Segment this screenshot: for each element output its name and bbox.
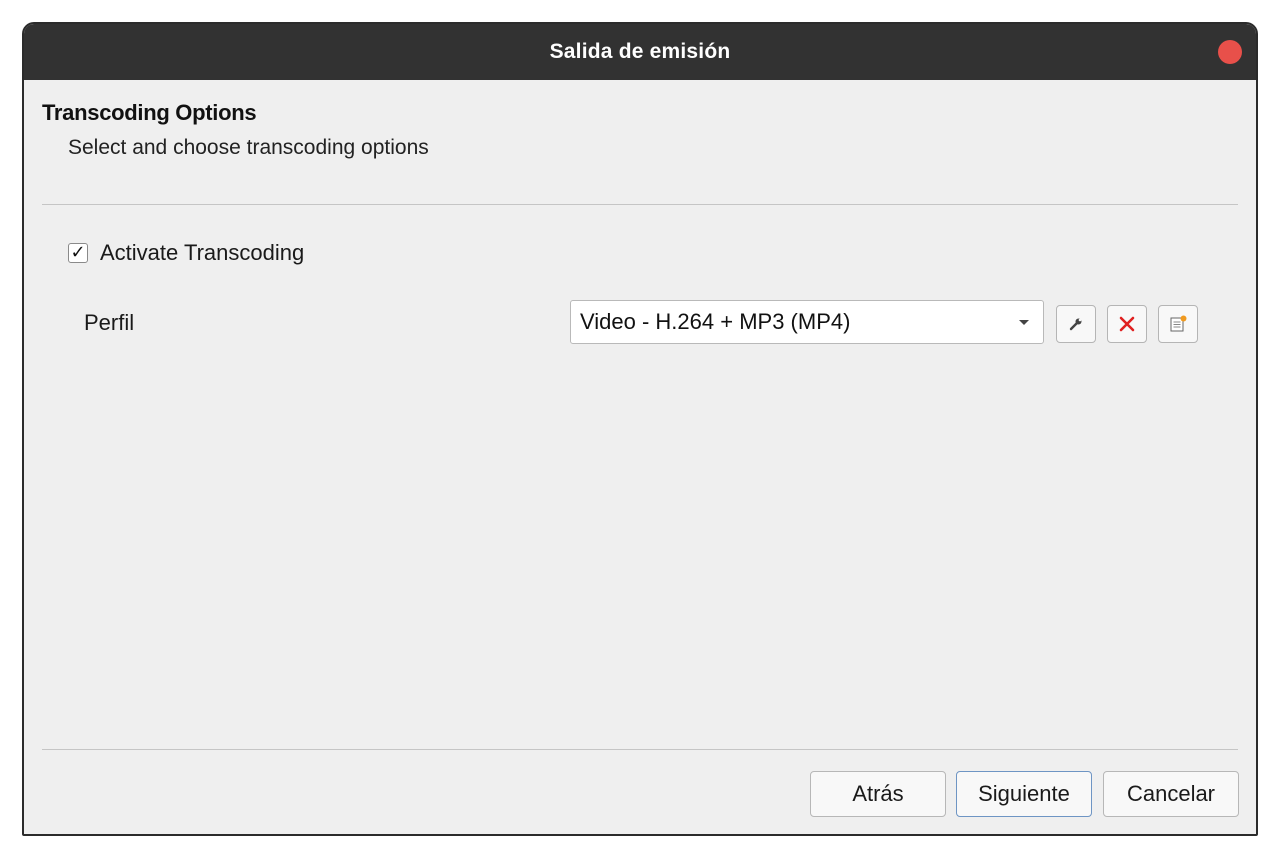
check-mark-icon: ✓ — [70, 242, 86, 263]
title-bar[interactable]: Salida de emisión — [24, 24, 1256, 80]
footer-divider — [42, 749, 1238, 750]
new-profile-button[interactable] — [1158, 305, 1198, 343]
activate-transcoding-checkbox[interactable]: ✓ — [68, 243, 88, 263]
header-divider — [42, 204, 1238, 205]
close-x-icon — [1119, 316, 1135, 332]
page-heading: Transcoding Options — [42, 100, 257, 125]
wrench-icon — [1069, 318, 1082, 331]
profile-select[interactable]: Video - H.264 + MP3 (MP4) — [570, 300, 1044, 344]
profile-label: Perfil — [84, 310, 135, 335]
dialog-window: Salida de emisión Transcoding Options Se… — [22, 22, 1258, 836]
new-profile-icon — [1170, 315, 1187, 332]
dropdown-arrow-icon — [1019, 319, 1029, 325]
activate-transcoding-label[interactable]: Activate Transcoding — [100, 240, 304, 266]
edit-profile-button[interactable] — [1056, 305, 1096, 343]
window-title: Salida de emisión — [549, 40, 731, 63]
next-button[interactable]: Siguiente — [956, 771, 1092, 817]
profile-selected-value: Video - H.264 + MP3 (MP4) — [580, 309, 851, 334]
delete-profile-button[interactable] — [1107, 305, 1147, 343]
back-button[interactable]: Atrás — [810, 771, 946, 817]
page-subheading: Select and choose transcoding options — [68, 136, 429, 159]
activate-transcoding-option[interactable]: ✓ Activate Transcoding — [68, 240, 304, 266]
close-button[interactable] — [1218, 40, 1242, 64]
cancel-button[interactable]: Cancelar — [1103, 771, 1239, 817]
